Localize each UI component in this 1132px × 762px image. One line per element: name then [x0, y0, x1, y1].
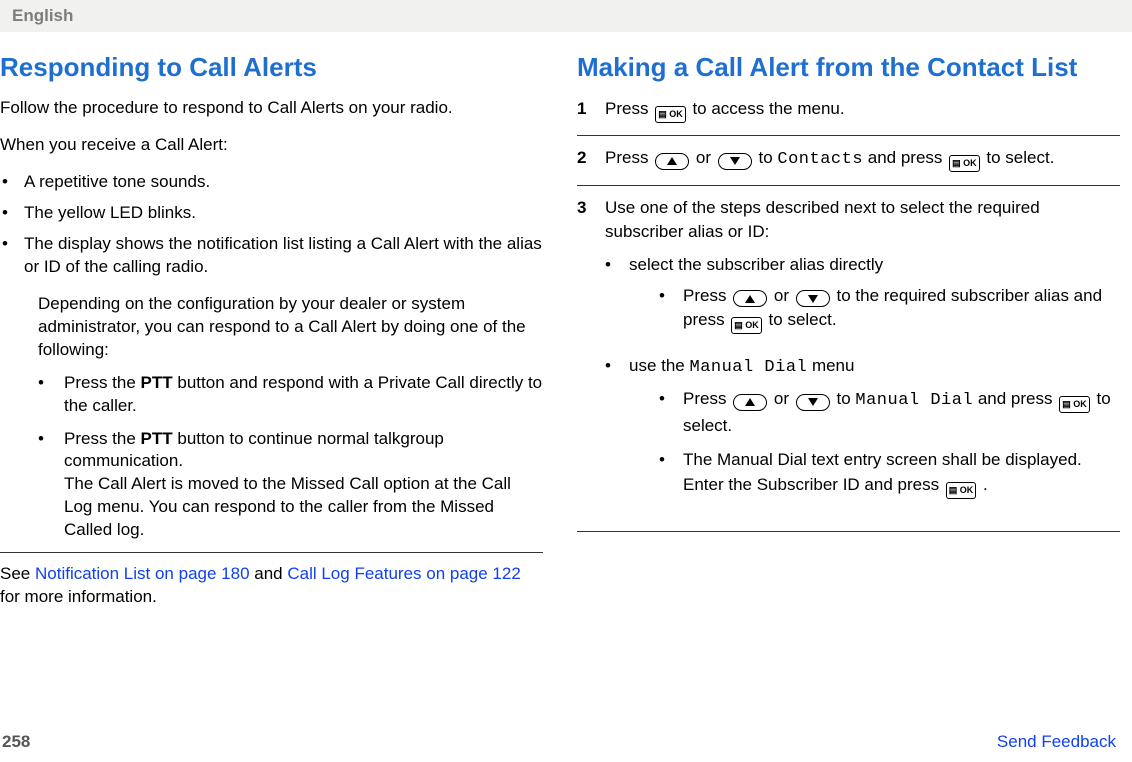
up-arrow-icon [733, 290, 767, 307]
list-item: Press or to Manual Dial and press ▤ OK t… [659, 387, 1120, 438]
step-list: 1 Press ▤ OK to access the menu. 2 Press… [577, 97, 1120, 532]
text-fragment: Press [605, 99, 653, 118]
indent-block: Depending on the configuration by your d… [0, 293, 543, 542]
text-fragment: to select. [769, 310, 837, 329]
step-item: 3 Use one of the steps described next to… [577, 186, 1120, 532]
menu-ok-icon: ▤ OK [1059, 396, 1090, 413]
text-fragment: or [774, 286, 794, 305]
step-item: 1 Press ▤ OK to access the menu. [577, 97, 1120, 136]
text-fragment: . [983, 475, 988, 494]
manual-dial-mono: Manual Dial [690, 358, 808, 377]
menu-ok-icon: ▤ OK [731, 317, 762, 334]
text-fragment: and [250, 564, 288, 583]
ptt-bold: PTT [141, 429, 173, 448]
content-area: Responding to Call Alerts Follow the pro… [0, 32, 1132, 609]
depend-para: Depending on the configuration by your d… [38, 293, 543, 362]
step-number: 1 [577, 97, 605, 123]
menu-ok-icon: ▤ OK [946, 482, 977, 499]
text-fragment: to [759, 148, 778, 167]
link-notification-list[interactable]: Notification List on page 180 [35, 564, 250, 583]
bullet-content: Press the PTT button and respond with a … [64, 372, 543, 418]
link-call-log-features[interactable]: Call Log Features on page 122 [287, 564, 520, 583]
option-content: select the subscriber alias directly Pre… [629, 253, 1120, 344]
list-item: select the subscriber alias directly Pre… [605, 253, 1120, 344]
menu-ok-icon: ▤ OK [949, 155, 980, 172]
list-item: The display shows the notification list … [0, 233, 543, 279]
page-number: 258 [2, 732, 30, 752]
see-paragraph: See Notification List on page 180 and Ca… [0, 563, 543, 609]
down-arrow-icon [796, 394, 830, 411]
text-fragment: and press [973, 389, 1057, 408]
text-fragment: select the subscriber alias directly [629, 255, 883, 274]
text-fragment: Press [683, 286, 731, 305]
down-arrow-icon [796, 290, 830, 307]
send-feedback-link[interactable]: Send Feedback [997, 732, 1116, 752]
step3-options: select the subscriber alias directly Pre… [605, 253, 1120, 509]
text-fragment: and press [863, 148, 947, 167]
footer: 258 Send Feedback [0, 732, 1132, 752]
text-fragment: Press the [64, 429, 141, 448]
step-body: Use one of the steps described next to s… [605, 196, 1120, 519]
left-column: Responding to Call Alerts Follow the pro… [0, 52, 543, 609]
contacts-mono: Contacts [777, 150, 863, 169]
step-body: Press ▤ OK to access the menu. [605, 97, 1120, 123]
up-arrow-icon [733, 394, 767, 411]
left-intro: Follow the procedure to respond to Call … [0, 97, 543, 120]
text-fragment: The Call Alert is moved to the Missed Ca… [64, 474, 511, 539]
header-bar: English [0, 0, 1132, 32]
up-arrow-icon [655, 153, 689, 170]
right-section-title: Making a Call Alert from the Contact Lis… [577, 52, 1120, 83]
text-fragment: or [696, 148, 716, 167]
list-item: Press the PTT button to continue normal … [38, 428, 543, 543]
text-fragment: for more information. [0, 587, 157, 606]
subitem-content: The Manual Dial text entry screen shall … [683, 448, 1120, 499]
text-fragment: menu [807, 356, 854, 375]
manual-dial-mono: Manual Dial [855, 391, 973, 410]
step3-intro: Use one of the steps described next to s… [605, 198, 1040, 242]
text-fragment: to access the menu. [692, 99, 844, 118]
step-body: Press or to Contacts and press ▤ OK to s… [605, 146, 1120, 173]
language-label: English [12, 6, 73, 25]
bullet-text: The display shows the notification list … [24, 233, 543, 279]
list-item: The yellow LED blinks. [0, 202, 543, 225]
text-fragment: use the [629, 356, 690, 375]
down-arrow-icon [718, 153, 752, 170]
option-content: use the Manual Dial menu Press or [629, 354, 1120, 509]
subitem-content: Press or to Manual Dial and press ▤ OK t… [683, 387, 1120, 438]
menu-ok-icon: ▤ OK [655, 106, 686, 123]
list-item: Press the PTT button and respond with a … [38, 372, 543, 418]
text-fragment: Press the [64, 373, 141, 392]
text-fragment: Press [605, 148, 653, 167]
bullet-text: A repetitive tone sounds. [24, 171, 210, 194]
bullet-text: The yellow LED blinks. [24, 202, 196, 225]
left-when: When you receive a Call Alert: [0, 134, 543, 157]
divider [0, 552, 543, 553]
text-fragment: See [0, 564, 35, 583]
ptt-bold: PTT [141, 373, 173, 392]
list-item: use the Manual Dial menu Press or [605, 354, 1120, 509]
bullet-content: Press the PTT button to continue normal … [64, 428, 543, 543]
list-item: The Manual Dial text entry screen shall … [659, 448, 1120, 499]
list-item: Press or to the required subscriber alia… [659, 284, 1120, 335]
text-fragment: to [837, 389, 856, 408]
text-fragment: or [774, 389, 794, 408]
step-number: 2 [577, 146, 605, 173]
left-bullets: A repetitive tone sounds. The yellow LED… [0, 171, 543, 279]
text-fragment: The Manual Dial text entry screen shall … [683, 450, 1082, 494]
sub-bullet-list: Press the PTT button and respond with a … [38, 372, 543, 543]
option1-sub: Press or to the required subscriber alia… [659, 284, 1120, 335]
step-item: 2 Press or to Contacts and press ▤ OK to… [577, 136, 1120, 186]
right-column: Making a Call Alert from the Contact Lis… [573, 52, 1120, 609]
step-number: 3 [577, 196, 605, 519]
left-section-title: Responding to Call Alerts [0, 52, 543, 83]
option2-sub: Press or to Manual Dial and press ▤ OK t… [659, 387, 1120, 499]
text-fragment: Press [683, 389, 731, 408]
subitem-content: Press or to the required subscriber alia… [683, 284, 1120, 335]
list-item: A repetitive tone sounds. [0, 171, 543, 194]
text-fragment: to select. [986, 148, 1054, 167]
